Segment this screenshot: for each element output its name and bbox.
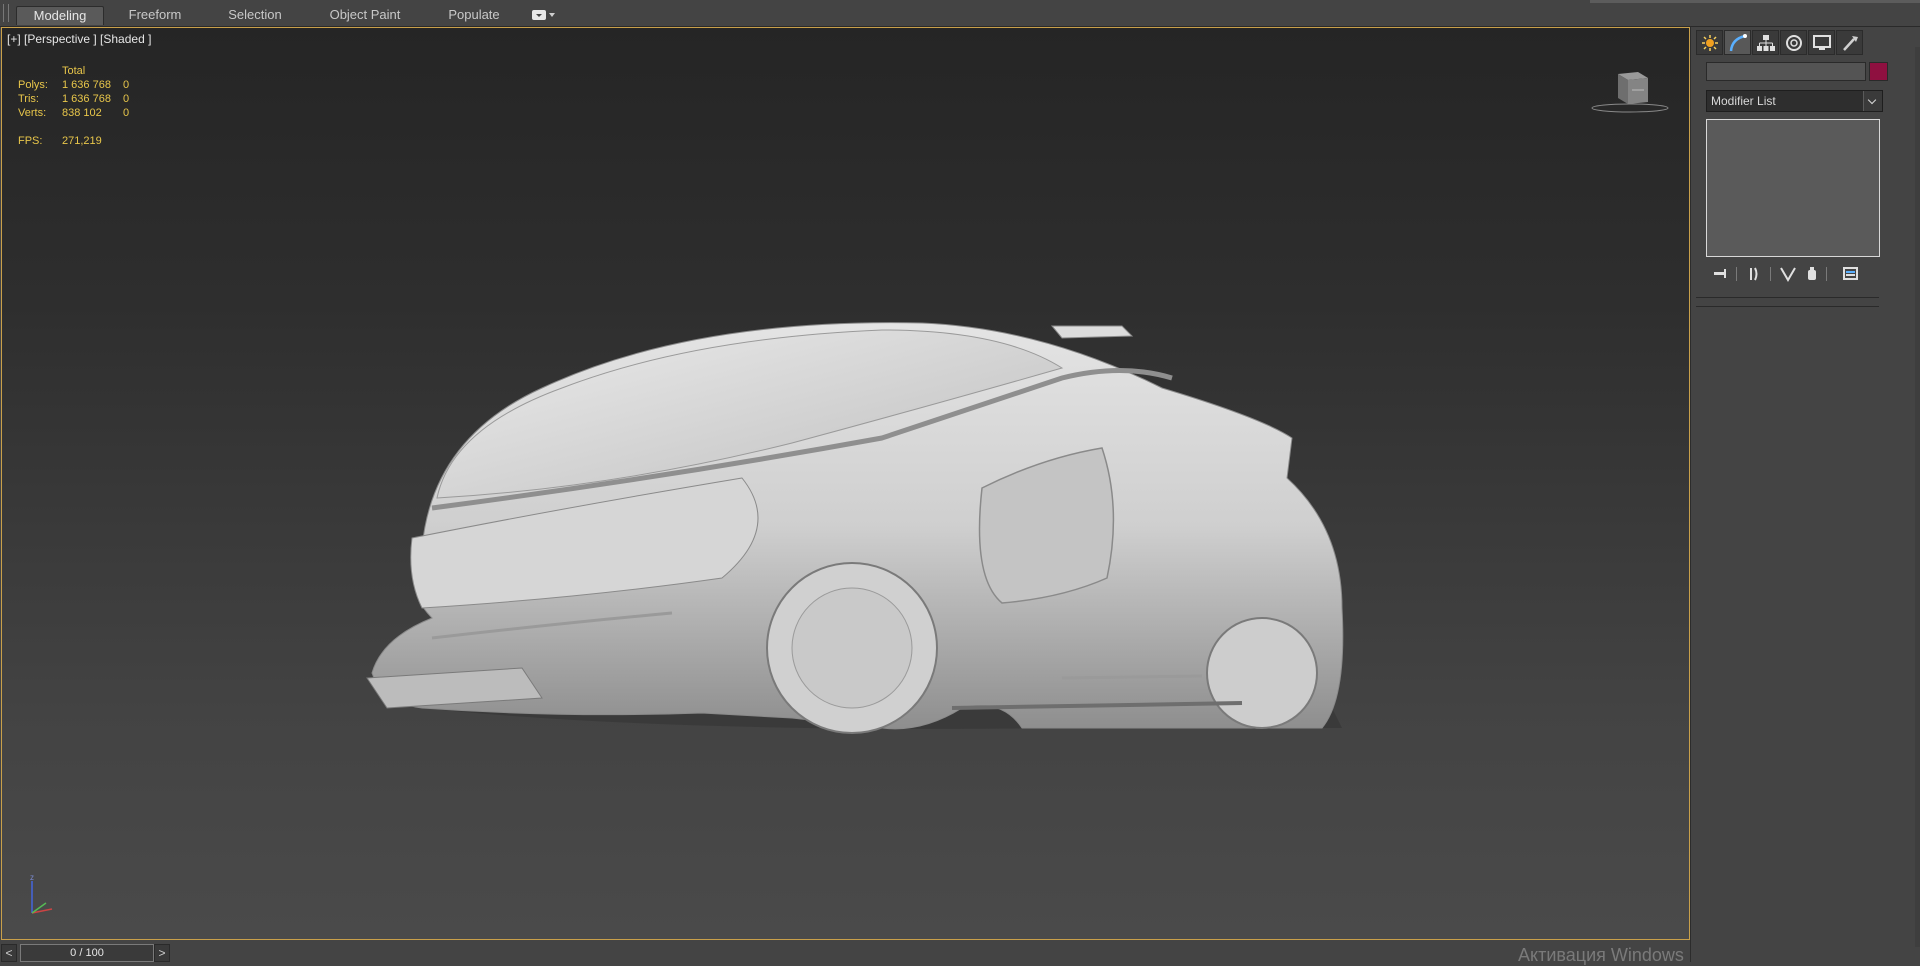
modifier-stack-list[interactable] [1706, 119, 1880, 257]
tris-label: Tris: [18, 93, 39, 105]
command-panel: Modifier List [1690, 27, 1920, 962]
fps-label: FPS: [18, 135, 43, 147]
modify-icon[interactable] [1724, 30, 1751, 55]
perspective-viewport[interactable]: [+] [Perspective ] [Shaded ] Total Polys… [1, 27, 1690, 940]
polys-total: 1 636 768 [62, 79, 111, 91]
tris-total: 1 636 768 [62, 93, 111, 105]
time-prev-button[interactable]: < [1, 944, 17, 962]
windows-activation-watermark: Активация Windows [1518, 945, 1684, 965]
object-color-swatch[interactable] [1869, 62, 1888, 81]
modifier-list-dropdown[interactable]: Modifier List [1706, 90, 1883, 112]
time-next-button[interactable]: > [154, 944, 170, 962]
object-name-field[interactable] [1706, 62, 1866, 81]
viewcube-icon[interactable] [1590, 66, 1670, 116]
motion-icon[interactable] [1780, 30, 1807, 55]
axis-tripod-icon: z [30, 873, 53, 914]
polys-label: Polys: [18, 79, 48, 91]
tab-object-paint[interactable]: Object Paint [322, 6, 408, 24]
time-slider[interactable]: 0 / 100 [20, 944, 154, 962]
title-strip [1590, 0, 1920, 3]
modifier-stack-toolbar [1706, 264, 1886, 284]
viewport-label[interactable]: [+] [Perspective ] [Shaded ] [7, 32, 151, 46]
verts-label: Verts: [18, 107, 47, 119]
tab-selection[interactable]: Selection [220, 6, 290, 24]
stats-header: Total [62, 65, 86, 77]
panel-scrollbar[interactable] [1915, 47, 1920, 947]
time-slider-bar: < 0 / 100 > [0, 942, 1690, 962]
options-dropdown-icon[interactable] [532, 9, 558, 23]
tab-populate[interactable]: Populate [440, 6, 508, 24]
tris-selected: 0 [123, 93, 130, 105]
ribbon-tab-bar: Modeling Freeform Selection Object Paint… [0, 0, 1920, 27]
configure-modifier-sets-icon[interactable] [1841, 264, 1861, 284]
chevron-down-icon[interactable] [1863, 91, 1882, 111]
pin-stack-icon[interactable] [1710, 264, 1730, 284]
show-end-result-icon[interactable] [1744, 264, 1764, 284]
modifier-list-label: Modifier List [1711, 94, 1776, 108]
svg-text:z: z [30, 873, 34, 882]
display-icon[interactable] [1808, 30, 1835, 55]
remove-modifier-icon[interactable] [1802, 264, 1822, 284]
verts-total: 838 102 [62, 107, 102, 119]
tab-modeling[interactable]: Modeling [16, 6, 104, 25]
ribbon-grip[interactable] [3, 4, 9, 22]
hierarchy-icon[interactable] [1752, 30, 1779, 55]
polys-selected: 0 [123, 79, 130, 91]
tab-freeform[interactable]: Freeform [118, 6, 192, 24]
create-icon[interactable] [1696, 30, 1723, 55]
utilities-icon[interactable] [1836, 30, 1863, 55]
fps-value: 271,219 [62, 135, 102, 147]
make-unique-icon[interactable] [1778, 264, 1798, 284]
vehicle-model-render [366, 322, 1344, 734]
verts-selected: 0 [123, 107, 130, 119]
